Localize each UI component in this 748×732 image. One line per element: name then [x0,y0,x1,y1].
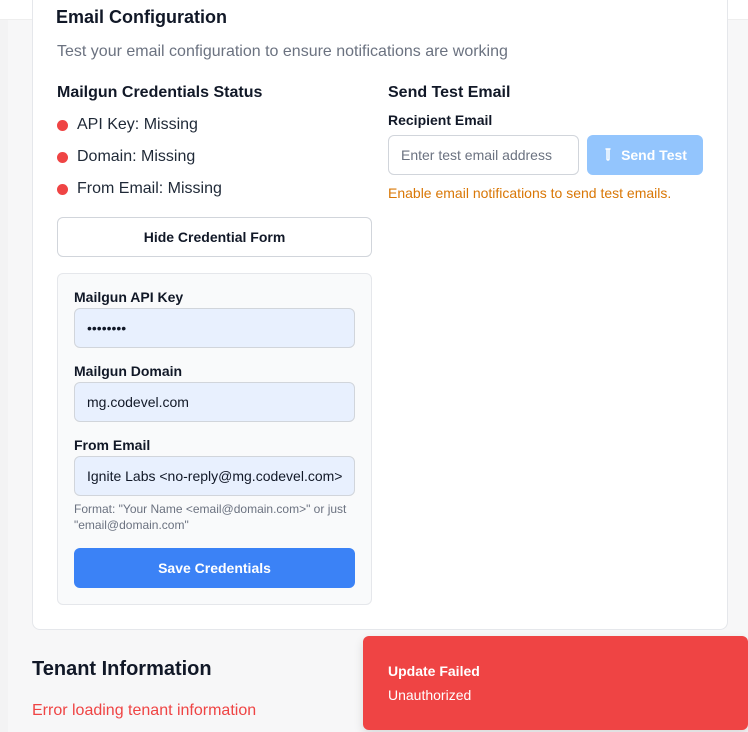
status-dot-icon [57,151,68,163]
status-dot-icon [57,119,68,131]
status-label: From Email: Missing [77,180,222,197]
api-key-label: Mailgun API Key [74,289,184,305]
card-title: Email Configuration [56,7,227,27]
recipient-email-label: Recipient Email [388,112,493,128]
api-key-input[interactable]: •••••••• [74,308,355,348]
left-sidebar-edge [0,20,8,732]
send-test-button[interactable]: Send Test [587,135,703,175]
status-label: API Key: Missing [77,116,198,133]
from-email-format-hint: Format: "Your Name <email@domain.com>" o… [74,502,347,532]
credentials-status-heading: Mailgun Credentials Status [57,84,263,101]
from-email-input[interactable]: Ignite Labs <no-reply@mg.codevel.com> [74,456,355,496]
status-item-api-key: API Key: Missing [57,116,198,134]
toast-title: Update Failed [388,663,480,679]
status-label: Domain: Missing [77,148,196,165]
tenant-information-title: Tenant Information [32,658,212,680]
send-test-label: Send Test [621,147,687,163]
toast-message: Unauthorized [388,687,472,703]
send-test-email-heading: Send Test Email [388,84,511,101]
status-dot-icon [57,183,68,195]
notifications-warning: Enable email notifications to send test … [388,185,672,201]
status-item-domain: Domain: Missing [57,148,195,166]
save-credentials-button[interactable]: Save Credentials [74,548,355,588]
status-item-from-email: From Email: Missing [57,180,222,198]
domain-label: Mailgun Domain [74,363,183,379]
domain-input[interactable]: mg.codevel.com [74,382,355,422]
test-tube-icon [605,148,611,161]
tenant-error-message: Error loading tenant information [32,702,257,719]
hide-credential-form-button[interactable]: Hide Credential Form [57,217,372,257]
recipient-email-input[interactable] [388,135,579,175]
card-description: Test your email configuration to ensure … [57,43,508,60]
from-email-label: From Email [74,437,151,453]
error-toast[interactable]: Update Failed Unauthorized [363,636,748,730]
